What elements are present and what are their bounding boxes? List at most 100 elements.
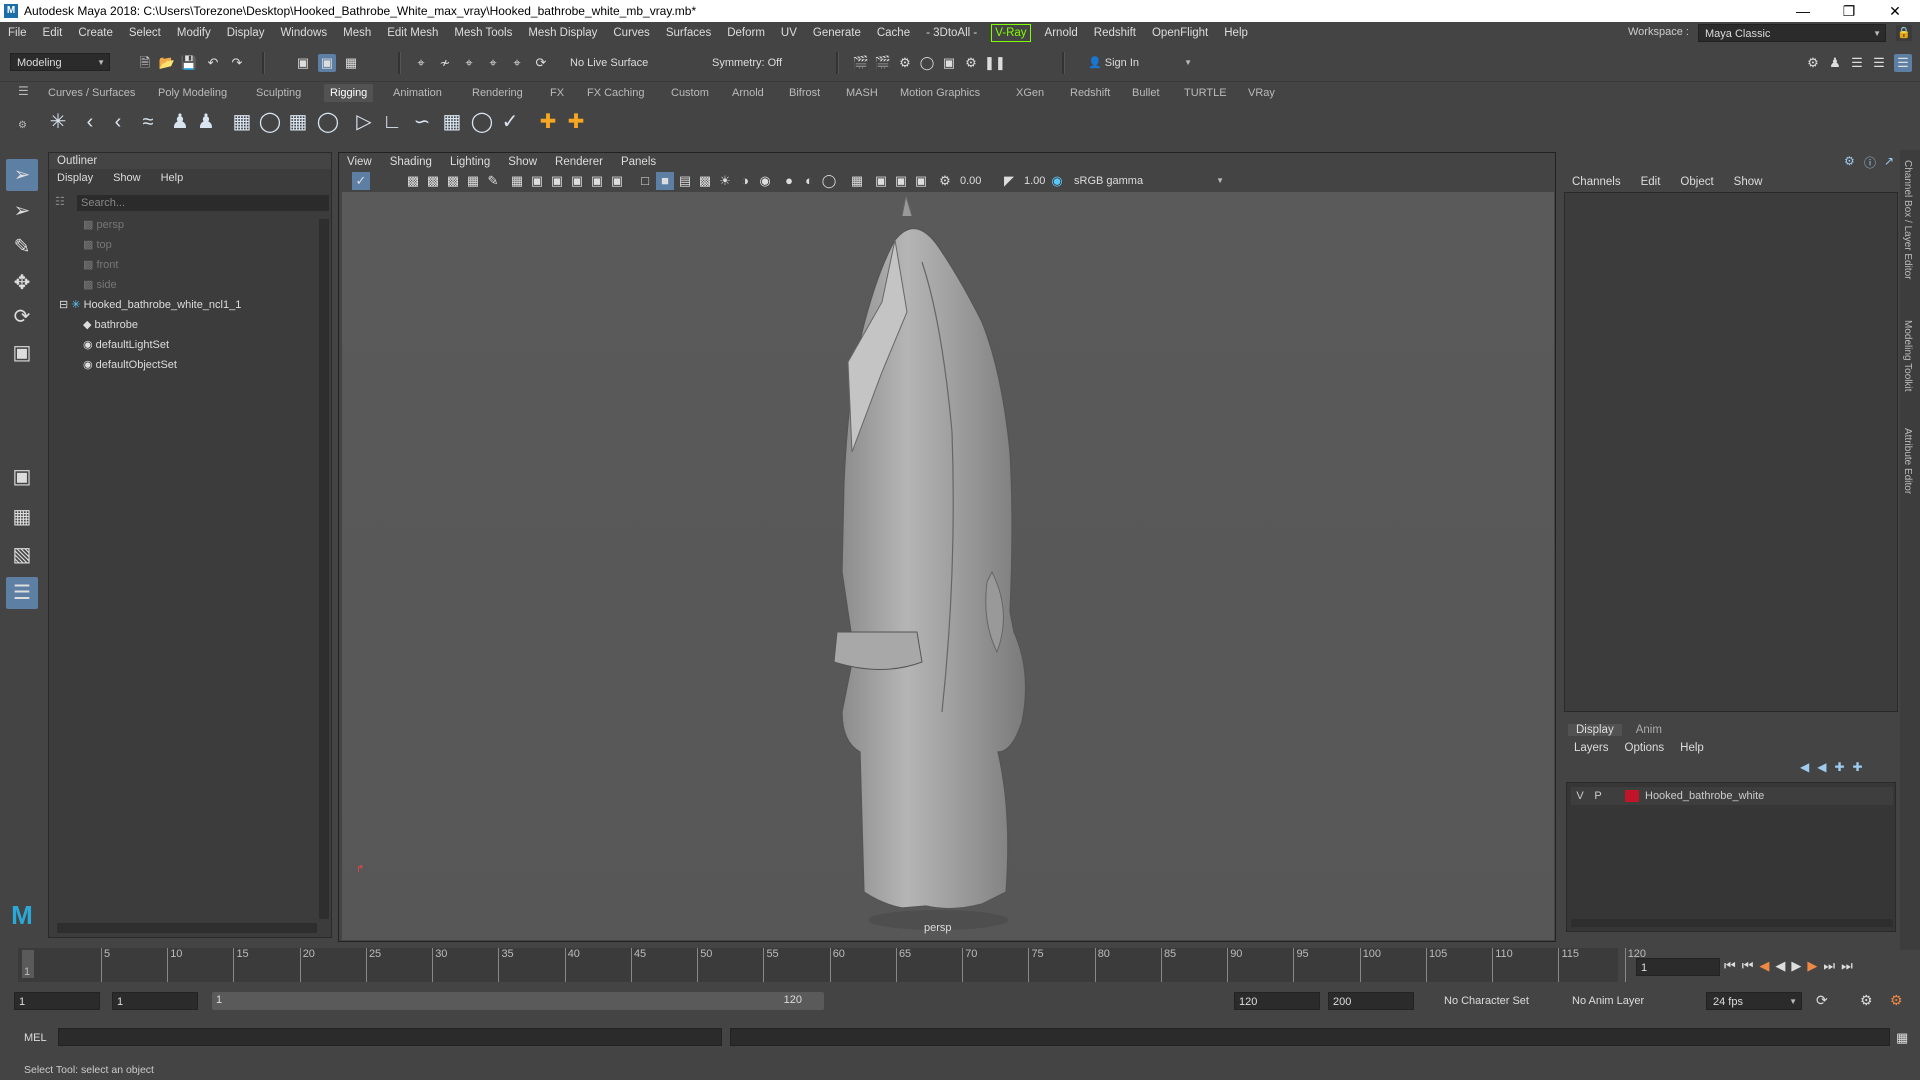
script-editor-icon[interactable]: ▦ [1896,1030,1908,1046]
layer-name[interactable]: Hooked_bathrobe_white [1645,790,1764,802]
menu-edit[interactable]: Edit [35,22,71,44]
character-controls-icon[interactable]: ♟ [1826,54,1844,72]
persp-outliner-layout-icon[interactable]: ▧ [6,539,38,571]
channel-box-float-icon[interactable]: ↗ [1884,154,1898,168]
layer-color-swatch[interactable] [1625,790,1639,802]
viewport-menu-view[interactable]: View [347,156,372,168]
minimize-button[interactable]: — [1780,0,1826,22]
ipr-stop-icon[interactable]: ❚❚ [984,54,1006,72]
bookmarks-icon[interactable]: ▩ [424,172,442,190]
animation-end-field[interactable]: 200 [1328,992,1414,1010]
lasso-tool-icon[interactable]: ➢ [6,195,38,227]
outliner-item-front[interactable]: ▩ front [83,257,118,273]
viewport-menu-lighting[interactable]: Lighting [450,156,490,168]
animation-preferences-icon[interactable]: ⚙ [1890,992,1903,1009]
snap-surface-icon[interactable]: ⌖ [508,54,526,72]
menu-curves[interactable]: Curves [605,22,657,44]
workspace-dropdown[interactable]: Maya Classic ▼ [1698,24,1886,42]
viewport-menu-show[interactable]: Show [508,156,537,168]
outliner-layout-icon[interactable]: ☰ [6,577,38,609]
layer-row[interactable]: V P Hooked_bathrobe_white [1571,787,1893,805]
snap-curve-icon[interactable]: ≁ [436,54,454,72]
lock-icon[interactable]: 🔒 [1896,25,1912,41]
time-slider[interactable]: 1 5 10 15 20 25 30 35 40 45 50 55 60 65 70 75 80 85 90 95 1… [18,948,1646,982]
shelf-tab[interactable]: XGen [1010,84,1050,102]
resolution-gate-icon[interactable]: ▣ [548,172,566,190]
viewport-3d[interactable]: ↱ [342,192,1554,940]
joint-tool-icon[interactable]: ✳ [44,108,72,136]
shelf-tab[interactable]: Sculpting [250,84,307,102]
menu-file[interactable]: File [0,22,35,44]
shelf-tab[interactable]: Poly Modeling [152,84,233,102]
menu-edit-mesh[interactable]: Edit Mesh [379,22,446,44]
channel-box-menu-edit[interactable]: Edit [1641,176,1661,188]
layer-menu-layers[interactable]: Layers [1574,742,1609,754]
modeling-toolkit-icon[interactable]: ⚙ [1804,54,1822,72]
ik-handle-icon[interactable]: ‹ [104,108,132,136]
side-tab-modeling-toolkit[interactable]: Modeling Toolkit [1902,320,1913,392]
channel-box-menu-object[interactable]: Object [1680,176,1713,188]
new-scene-icon[interactable]: 🗎 [136,54,154,72]
bind-skin-icon[interactable]: ▦ [228,108,256,136]
snap-view-icon[interactable]: ⌖ [484,54,502,72]
anim-layer-dropdown[interactable]: No Anim Layer [1566,992,1676,1010]
render-settings-icon[interactable]: ⚙ [896,54,914,72]
sign-in-button[interactable]: 👤 Sign In ▼ [1082,54,1196,72]
shelf-tab[interactable]: Bifrost [783,84,826,102]
select-camera-icon[interactable]: ✓ [352,172,370,190]
step-back-frame-icon[interactable]: ◀ [1759,958,1769,974]
move-tool-icon[interactable]: ✥ [6,267,38,299]
outliner-item-persp[interactable]: ▩ persp [83,217,124,233]
viewport-menu-panels[interactable]: Panels [621,156,656,168]
filter-icon[interactable]: ☷ [55,195,71,211]
viewport-menu-renderer[interactable]: Renderer [555,156,603,168]
color-space-dropdown[interactable]: sRGB gamma ▼ [1068,172,1228,190]
snap-point-icon[interactable]: ⌖ [460,54,478,72]
shelf-tab[interactable]: Motion Graphics [894,84,986,102]
xray-components-icon[interactable]: ▣ [912,172,930,190]
ipr-render-icon[interactable]: 🎬 [874,54,892,72]
outliner-item-default-object-set[interactable]: ◉ defaultObjectSet [83,357,177,373]
shelf-tab[interactable]: Animation [387,84,448,102]
outliner-search-input[interactable]: Search... [77,195,329,211]
menu-windows[interactable]: Windows [272,22,335,44]
smooth-bind-icon[interactable]: ◯ [256,108,284,136]
character-set-dropdown[interactable]: No Character Set [1438,992,1556,1010]
side-tab-attribute-editor[interactable]: Attribute Editor [1902,428,1913,494]
constraint-icon[interactable]: ✚ [562,108,590,136]
shelf-tab[interactable]: Bullet [1126,84,1166,102]
playback-end-field[interactable]: 120 [1234,992,1320,1010]
textured-icon[interactable]: ▩ [696,172,714,190]
cluster-icon[interactable]: ∟ [378,108,406,136]
layer-playback-toggle[interactable]: P [1589,790,1607,802]
loop-icon[interactable]: ⟳ [1816,992,1828,1009]
channel-box-help-icon[interactable]: ⓘ [1864,154,1878,170]
range-slider[interactable]: 1 120 [212,992,824,1010]
grid-icon[interactable]: ▦ [508,172,526,190]
select-hierarchy-icon[interactable]: ▣ [294,54,312,72]
restore-button[interactable]: ❐ [1826,0,1872,22]
cmdline-language-label[interactable]: MEL [24,1032,47,1044]
undo-icon[interactable]: ↶ [204,54,222,72]
shadows-icon[interactable]: ◑ [736,172,754,190]
new-layer-icon[interactable]: ✚ [1834,760,1844,774]
hypershade-icon[interactable]: ◯ [918,54,936,72]
wireframe-icon[interactable]: □ [636,172,654,190]
menu-create[interactable]: Create [70,22,121,44]
shelf-tab[interactable]: Rendering [466,84,529,102]
new-layer-selected-icon[interactable]: ✚ [1853,760,1863,774]
menu-vray[interactable]: V-Ray [991,24,1031,42]
shelf-tab[interactable]: FX Caching [581,84,650,102]
open-scene-icon[interactable]: 📂 [158,54,176,72]
channel-box-icon[interactable]: ☰ [1894,54,1912,72]
anti-aliasing-icon[interactable]: ◐ [800,172,818,190]
outliner-menu-show[interactable]: Show [113,172,141,184]
film-gate-icon[interactable]: ▣ [528,172,546,190]
single-perspective-layout-icon[interactable]: ▣ [6,461,38,493]
parent-constraint-icon[interactable]: ◯ [468,108,496,136]
menu-deform[interactable]: Deform [719,22,773,44]
two-d-pan-zoom-icon[interactable]: ▦ [464,172,482,190]
outliner-item-group[interactable]: ⊟ ✳ Hooked_bathrobe_white_ncl1_1 [59,297,241,313]
menu-mesh[interactable]: Mesh [335,22,379,44]
outliner-horizontal-scrollbar[interactable] [57,923,317,933]
